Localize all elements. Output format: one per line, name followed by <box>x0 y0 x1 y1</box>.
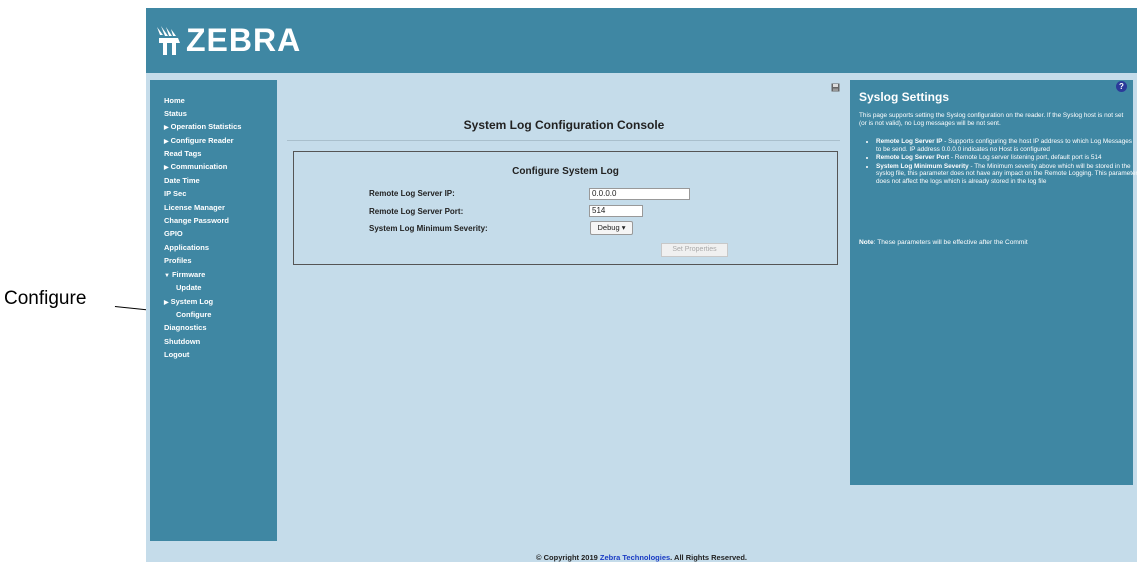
sidebar-nav: Home Status ▶ Operation Statistics ▶ Confi… <box>150 80 277 541</box>
help-item-ip: Remote Log Server IP - Supports configur… <box>876 138 1137 153</box>
help-note: Note: These parameters will be effective… <box>859 239 1028 246</box>
floppy-disk-icon <box>831 83 840 92</box>
sidebar-item-read-tags[interactable]: Read Tags <box>164 149 201 158</box>
sidebar-item-firmware[interactable]: ▼ Firmware <box>164 270 205 279</box>
help-intro: This page supports setting the Syslog co… <box>859 112 1124 127</box>
sidebar-item-configure[interactable]: Configure <box>176 310 211 319</box>
ip-label: Remote Log Server IP: <box>369 189 455 198</box>
browser-page: ZEBRA Home Status ▶ Operation Statistics … <box>146 8 1137 562</box>
caret-right-icon: ▶ <box>164 125 169 131</box>
panel-title: Configure System Log <box>512 166 619 177</box>
sidebar-item-communication[interactable]: ▶ Communication <box>164 162 227 171</box>
sidebar-item-applications[interactable]: Applications <box>164 243 209 252</box>
header-banner: ZEBRA <box>146 8 1137 73</box>
sidebar-item-gpio[interactable]: GPIO <box>164 229 183 238</box>
help-list: Remote Log Server IP - Supports configur… <box>862 138 1137 187</box>
sidebar-item-logout[interactable]: Logout <box>164 350 189 359</box>
caret-down-icon: ▼ <box>164 273 170 279</box>
logo: ZEBRA <box>154 22 301 59</box>
logo-text: ZEBRA <box>186 22 302 58</box>
help-item-severity: System Log Minimum Severity - The Minimu… <box>876 163 1137 186</box>
caret-right-icon: ▶ <box>164 139 169 145</box>
sidebar-item-diagnostics[interactable]: Diagnostics <box>164 323 207 332</box>
sidebar-item-change-password[interactable]: Change Password <box>164 216 229 225</box>
divider <box>287 140 840 141</box>
help-question-icon[interactable]: ? <box>1116 81 1127 92</box>
sidebar-item-ip-sec[interactable]: IP Sec <box>164 189 186 198</box>
footer-link[interactable]: Zebra Technologies <box>600 553 670 562</box>
sidebar-item-operation-statistics[interactable]: ▶ Operation Statistics <box>164 122 241 131</box>
sidebar-item-date-time[interactable]: Date Time <box>164 176 200 185</box>
help-title: Syslog Settings <box>859 90 950 104</box>
remote-log-server-ip-input[interactable]: 0.0.0.0 <box>589 188 690 200</box>
severity-label: System Log Minimum Severity: <box>369 224 488 233</box>
save-icon[interactable] <box>831 83 840 95</box>
sidebar-item-license-manager[interactable]: License Manager <box>164 203 225 212</box>
set-properties-button[interactable]: Set Properties <box>661 243 728 257</box>
caret-right-icon: ▶ <box>164 165 169 171</box>
sidebar-item-status[interactable]: Status <box>164 109 187 118</box>
configure-system-log-panel: Configure System Log Remote Log Server I… <box>293 151 838 265</box>
port-label: Remote Log Server Port: <box>369 207 464 216</box>
severity-dropdown[interactable]: Debug ▾ <box>590 221 633 235</box>
callout-label: Configure <box>4 288 87 309</box>
sidebar-item-configure-reader[interactable]: ▶ Configure Reader <box>164 136 234 145</box>
page-title: System Log Configuration Console <box>463 118 665 132</box>
caret-right-icon: ▶ <box>164 300 169 306</box>
footer-copyright: © Copyright 2019 Zebra Technologies. All… <box>536 553 747 562</box>
remote-log-server-port-input[interactable]: 514 <box>589 205 643 217</box>
sidebar-item-profiles[interactable]: Profiles <box>164 256 192 265</box>
zebra-head-icon <box>157 25 180 55</box>
sidebar-item-system-log[interactable]: ▶ System Log <box>164 297 213 306</box>
sidebar-item-update[interactable]: Update <box>176 283 201 292</box>
sidebar-item-home[interactable]: Home <box>164 96 185 105</box>
main-content: System Log Configuration Console Configu… <box>281 80 847 541</box>
help-panel: ? Syslog Settings This page supports set… <box>850 80 1137 485</box>
help-item-port: Remote Log Server Port - Remote Log serv… <box>876 154 1137 162</box>
sidebar-item-shutdown[interactable]: Shutdown <box>164 337 200 346</box>
